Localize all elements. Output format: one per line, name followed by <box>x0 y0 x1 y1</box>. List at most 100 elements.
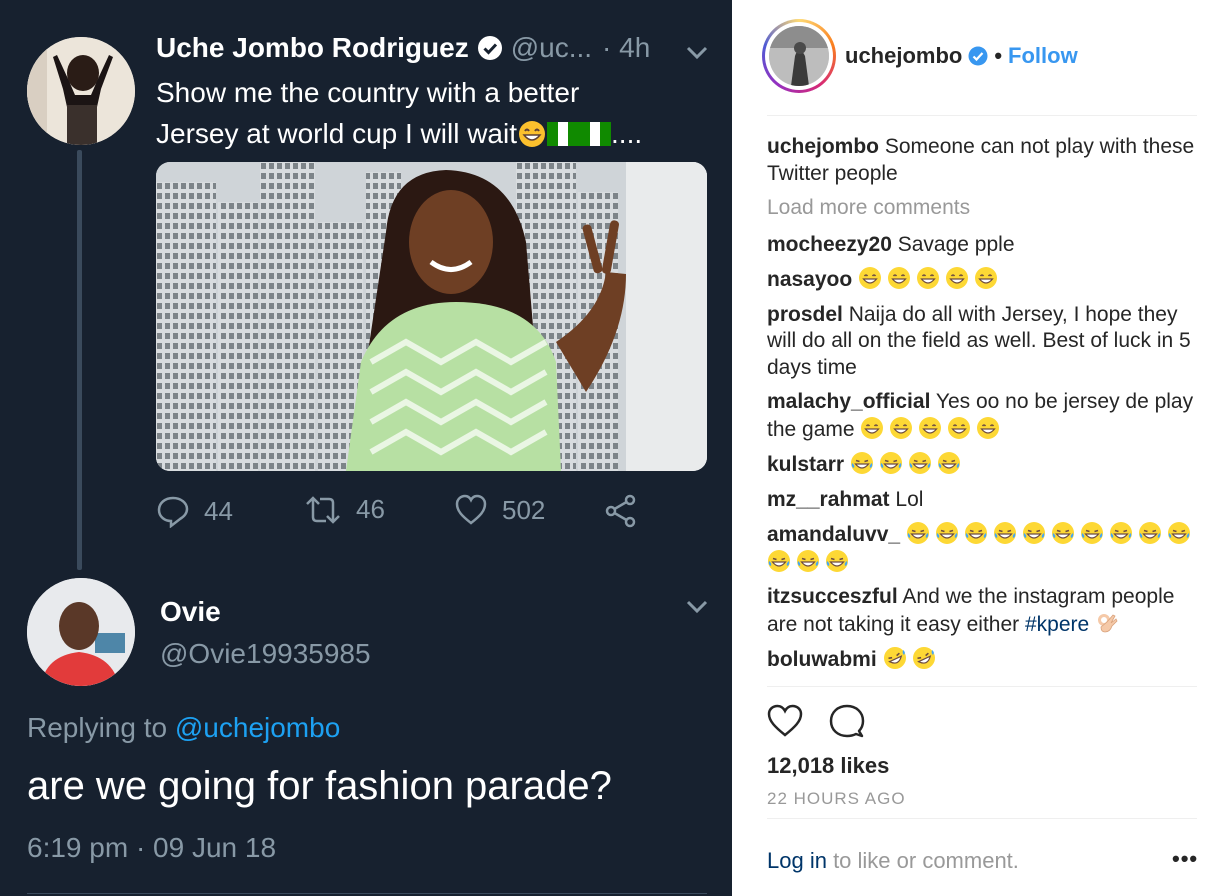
grin-emoji-icon <box>974 267 1003 291</box>
chevron-down-icon[interactable] <box>686 46 708 60</box>
joy-emoji-icon <box>1109 522 1138 546</box>
story-ring[interactable] <box>762 19 836 93</box>
share-icon <box>605 494 636 528</box>
tweet-time[interactable]: · 4h <box>602 32 650 64</box>
comment-username[interactable]: boluwabmi <box>767 648 877 671</box>
comment-username[interactable]: prosdel <box>767 303 843 326</box>
heart-icon[interactable] <box>767 704 803 738</box>
heart-icon <box>455 494 487 525</box>
like-count[interactable]: 12,018 likes <box>767 753 889 779</box>
thread-connector-line <box>77 150 82 570</box>
joy-emoji-icon <box>993 522 1022 546</box>
grin-emoji-icon <box>976 416 1005 441</box>
caption: uchejombo Someone can not play with thes… <box>767 134 1197 187</box>
reply-author-avatar[interactable] <box>27 578 135 686</box>
reply-author-handle[interactable]: @Ovie19935985 <box>160 638 371 670</box>
more-options-icon[interactable]: ••• <box>1172 846 1198 872</box>
joy-emoji-icon <box>1051 522 1080 546</box>
comment-username[interactable]: kulstarr <box>767 453 844 476</box>
joy-emoji-icon <box>796 549 825 574</box>
comments-container: mocheezy20 Savage pple nasayoo prosdel N… <box>767 232 1197 674</box>
like-action[interactable]: 502 <box>454 494 545 526</box>
grin-emoji-icon <box>916 267 945 291</box>
grin-emoji-icon <box>860 416 889 441</box>
comment-username[interactable]: itzsucceszful <box>767 585 898 608</box>
joy-emoji-icon <box>906 522 935 546</box>
verified-badge-icon <box>477 36 502 60</box>
instagram-screenshot-panel: uchejombo • Follow uchejombo Someone can… <box>732 0 1224 896</box>
comment-item: mz__rahmat Lol <box>767 487 1197 514</box>
tweet-author-avatar[interactable] <box>27 37 135 145</box>
joy-emoji-icon <box>937 452 966 476</box>
grin-emoji-icon <box>887 267 916 291</box>
load-more-comments-button[interactable]: Load more comments <box>767 195 1197 222</box>
hashtag-link[interactable]: #kpere <box>1025 613 1089 636</box>
tweet-header: Uche Jombo Rodriguez @uc... · 4h <box>156 32 650 64</box>
joy-emoji-icon <box>1080 522 1109 546</box>
comment-username[interactable]: mocheezy20 <box>767 233 892 256</box>
instagram-username[interactable]: uchejombo <box>845 43 962 69</box>
comment-icon[interactable] <box>829 703 865 739</box>
joy-emoji-icon <box>964 522 993 546</box>
reply-author-name[interactable]: Ovie <box>160 596 221 628</box>
comment-item: malachy_official Yes oo no be jersey de … <box>767 389 1197 443</box>
post-time-ago: 22 HOURS AGO <box>767 789 906 808</box>
tweet-text-line: Show me the country with a better <box>156 77 580 108</box>
comment-item: prosdel Naija do all with Jersey, I hope… <box>767 302 1197 382</box>
reply-action[interactable]: 44 <box>156 494 233 528</box>
comment-item: itzsucceszful And we the instagram peopl… <box>767 584 1197 638</box>
share-action[interactable] <box>604 494 652 528</box>
comment-username[interactable]: mz__rahmat <box>767 488 890 511</box>
comment-username[interactable]: uchejombo <box>767 135 879 158</box>
tweet-text-ellipsis: .... <box>611 118 643 149</box>
retweet-count: 46 <box>356 494 385 524</box>
comments-list: uchejombo Someone can not play with thes… <box>767 134 1197 686</box>
comment-username[interactable]: amandaluvv_ <box>767 523 900 546</box>
separator-dot: • <box>994 43 1003 68</box>
reply-count: 44 <box>204 495 233 526</box>
reply-timestamp: 6:19 pm · 09 Jun 18 <box>27 832 277 863</box>
login-prompt-text: to like or comment. <box>826 848 1019 873</box>
grin-emoji-icon <box>889 416 918 441</box>
replying-to-mention-link[interactable]: @uchejombo <box>175 712 340 743</box>
retweet-action[interactable]: 46 <box>304 494 385 525</box>
grin-emoji-icon <box>858 267 887 291</box>
joy-emoji-icon <box>767 549 796 574</box>
comment-item: boluwabmi <box>767 646 1197 674</box>
tweet-author-name[interactable]: Uche Jombo Rodriguez <box>156 32 469 64</box>
joy-emoji-icon <box>825 549 854 574</box>
verified-badge-icon <box>968 46 988 66</box>
nigeria-flag-icon <box>547 121 580 146</box>
tweet-actions: 44 46 502 <box>156 494 676 534</box>
joy-emoji-icon <box>850 452 879 476</box>
instagram-profile-avatar[interactable] <box>769 26 829 86</box>
grin-emoji-icon <box>918 416 947 441</box>
divider <box>27 893 707 894</box>
rofl-emoji-icon <box>912 647 941 671</box>
reply-text: are we going for fashion parade? <box>27 764 612 808</box>
joy-emoji-icon <box>1022 522 1051 546</box>
joy-emoji-icon <box>1138 522 1167 546</box>
replying-to-label: Replying to <box>27 712 168 743</box>
comment-item: amandaluvv_ <box>767 521 1197 576</box>
comment-item: nasayoo <box>767 266 1197 294</box>
tweet-photo[interactable] <box>156 162 707 471</box>
reply-icon <box>157 496 189 528</box>
grinning-face-emoji-icon <box>519 120 546 147</box>
comment-username[interactable]: malachy_official <box>767 390 930 413</box>
twitter-screenshot-panel: Uche Jombo Rodriguez @uc... · 4h Show me… <box>0 0 732 896</box>
retweet-icon <box>306 495 340 524</box>
joy-emoji-icon <box>935 522 964 546</box>
comment-text: Savage pple <box>897 232 1015 256</box>
tweet-author-handle[interactable]: @uc... <box>511 32 592 64</box>
comment-username[interactable]: nasayoo <box>767 268 852 291</box>
instagram-post-header: uchejombo • Follow <box>845 43 1078 69</box>
tweet-text-line: Jersey at world cup I will wait <box>156 118 518 149</box>
login-link[interactable]: Log in <box>767 848 827 873</box>
divider <box>767 686 1197 687</box>
post-actions <box>767 703 891 739</box>
chevron-down-icon[interactable] <box>686 600 708 614</box>
ok-hand-emoji-icon <box>1095 613 1124 636</box>
follow-button[interactable]: Follow <box>1008 43 1078 69</box>
divider <box>767 818 1197 819</box>
